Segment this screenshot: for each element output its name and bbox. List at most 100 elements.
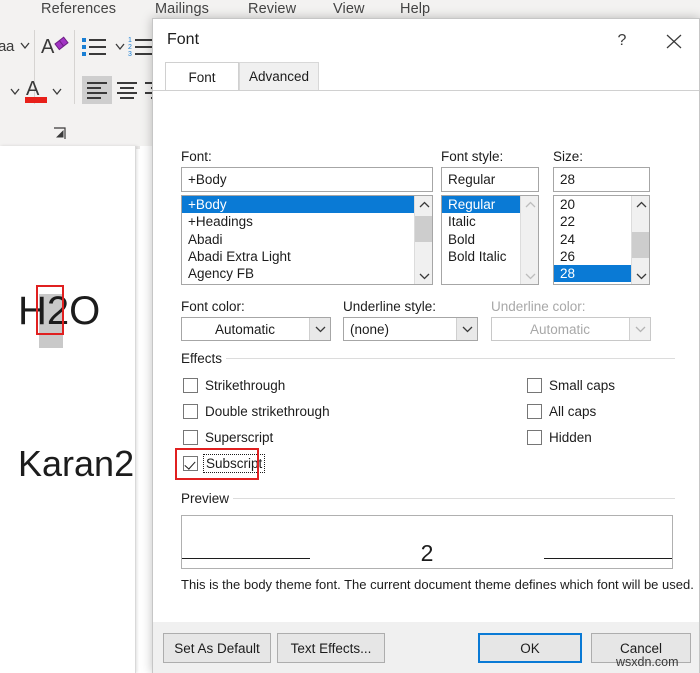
scroll-up-icon[interactable]: [415, 196, 432, 213]
ribbon-tab-review[interactable]: Review: [248, 1, 296, 17]
ribbon-tab-mailings[interactable]: Mailings: [155, 1, 209, 17]
checkbox-label: Small caps: [549, 378, 616, 393]
size-label: Size:: [553, 149, 584, 164]
preview-group-rule: [177, 498, 675, 499]
checkbox-label: All caps: [549, 404, 597, 419]
svg-text:2: 2: [128, 44, 132, 51]
preview-group-title: Preview: [177, 491, 234, 506]
effects-group-title: Effects: [177, 351, 227, 366]
font-preview-box: 2: [181, 515, 673, 569]
underline-style-value: (none): [350, 321, 390, 337]
scrollbar-thumb[interactable]: [415, 216, 432, 242]
underline-color-value: Automatic: [529, 321, 591, 337]
font-dialog: Font ? Font Advanced Font: Font style: S…: [152, 18, 700, 673]
close-icon[interactable]: [659, 28, 689, 54]
checkbox-box[interactable]: [527, 378, 542, 393]
dialog-title: Font: [167, 31, 200, 48]
checkbox-box[interactable]: [183, 404, 198, 419]
font-list-item[interactable]: +Headings: [182, 213, 432, 230]
font-color-label: Font color:: [181, 299, 245, 314]
align-center-icon[interactable]: [112, 76, 142, 109]
scroll-down-icon[interactable]: [521, 267, 538, 284]
effects-group-rule: [177, 358, 675, 359]
align-left-icon[interactable]: [82, 76, 112, 104]
ribbon-group-separator: [74, 30, 75, 104]
ribbon-tab-help[interactable]: Help: [400, 1, 430, 17]
checkbox-label: Hidden: [549, 430, 592, 445]
checkbox-label: Superscript: [205, 430, 274, 445]
set-as-default-button[interactable]: Set As Default: [163, 633, 271, 663]
checkbox-box[interactable]: [527, 404, 542, 419]
svg-text:A: A: [41, 36, 55, 58]
checkbox-box[interactable]: [183, 378, 198, 393]
ribbon-tab-view[interactable]: View: [333, 1, 365, 17]
clear-formatting-icon[interactable]: A: [41, 34, 71, 65]
font-style-label: Font style:: [441, 149, 504, 164]
chevron-down-icon: [629, 318, 650, 340]
size-input[interactable]: 28: [553, 167, 650, 192]
checkbox-label: Strikethrough: [205, 378, 286, 393]
bullet-list-icon[interactable]: [82, 36, 116, 61]
checkbox-double-strikethrough[interactable]: Double strikethrough: [183, 404, 330, 419]
font-list-item[interactable]: Agency FB: [182, 265, 432, 282]
preview-sample-text: 2: [420, 540, 434, 566]
font-list-item[interactable]: Abadi: [182, 231, 432, 248]
checkbox-superscript[interactable]: Superscript: [183, 430, 273, 445]
underline-style-label: Underline style:: [343, 299, 437, 314]
site-watermark: wsxdn.com: [616, 655, 679, 669]
scroll-up-icon[interactable]: [521, 196, 538, 213]
font-listbox-scrollbar[interactable]: [414, 196, 432, 284]
font-label: Font:: [181, 149, 212, 164]
chevron-down-icon[interactable]: [113, 40, 127, 58]
svg-text:A: A: [26, 78, 40, 100]
underline-style-dropdown[interactable]: (none): [343, 317, 478, 341]
tab-font-label: Font: [188, 69, 216, 85]
checkbox-box[interactable]: [183, 430, 198, 445]
checkbox-label: Double strikethrough: [205, 404, 330, 419]
dialog-title-bar[interactable]: Font ?: [153, 19, 699, 62]
font-color-icon[interactable]: A: [24, 76, 50, 111]
checkbox-small-caps[interactable]: Small caps: [527, 378, 615, 393]
size-listbox[interactable]: 20 22 24 26 28: [553, 195, 650, 285]
svg-text:1: 1: [128, 37, 132, 44]
font-style-listbox[interactable]: Regular Italic Bold Bold Italic: [441, 195, 539, 285]
checkbox-box[interactable]: [527, 430, 542, 445]
font-input[interactable]: +Body: [181, 167, 433, 192]
preview-description: This is the body theme font. The current…: [181, 577, 694, 592]
checkbox-hidden[interactable]: Hidden: [527, 430, 592, 445]
font-list-item[interactable]: +Body: [182, 196, 432, 214]
tab-advanced[interactable]: Advanced: [239, 62, 319, 91]
annotation-box-selected-char: [36, 285, 64, 335]
checkbox-strikethrough[interactable]: Strikethrough: [183, 378, 285, 393]
chevron-down-icon[interactable]: [309, 318, 330, 340]
scroll-down-icon[interactable]: [415, 267, 432, 284]
scroll-down-icon[interactable]: [632, 267, 649, 284]
checkbox-all-caps[interactable]: All caps: [527, 404, 596, 419]
ok-button[interactable]: OK: [478, 633, 582, 663]
cancel-label: Cancel: [619, 640, 663, 656]
chevron-down-icon[interactable]: [8, 85, 22, 103]
scroll-up-icon[interactable]: [632, 196, 649, 213]
set-as-default-label: Set As Default: [174, 640, 260, 656]
text-effects-label: Text Effects...: [290, 640, 372, 656]
annotation-box-subscript: [175, 448, 259, 480]
font-color-dropdown[interactable]: Automatic: [181, 317, 331, 341]
change-case-icon[interactable]: a a: [0, 36, 34, 61]
svg-text:a: a: [6, 38, 15, 55]
tab-advanced-label: Advanced: [248, 69, 310, 84]
font-style-listbox-scrollbar[interactable]: [520, 196, 538, 284]
text-effects-button[interactable]: Text Effects...: [277, 633, 385, 663]
tab-font[interactable]: Font: [165, 62, 239, 91]
dialog-launcher-icon[interactable]: [52, 126, 68, 147]
help-icon[interactable]: ?: [609, 29, 635, 53]
chevron-down-icon[interactable]: [50, 85, 64, 103]
ok-label: OK: [520, 640, 540, 656]
size-listbox-scrollbar[interactable]: [631, 196, 649, 284]
chevron-down-icon[interactable]: [456, 318, 477, 340]
font-list-item[interactable]: Abadi Extra Light: [182, 248, 432, 265]
font-listbox[interactable]: +Body +Headings Abadi Abadi Extra Light …: [181, 195, 433, 285]
document-page[interactable]: H2O Karan2: [0, 146, 136, 673]
font-style-input[interactable]: Regular: [441, 167, 539, 192]
scrollbar-thumb[interactable]: [632, 232, 649, 258]
ribbon-tab-references[interactable]: References: [41, 1, 116, 17]
